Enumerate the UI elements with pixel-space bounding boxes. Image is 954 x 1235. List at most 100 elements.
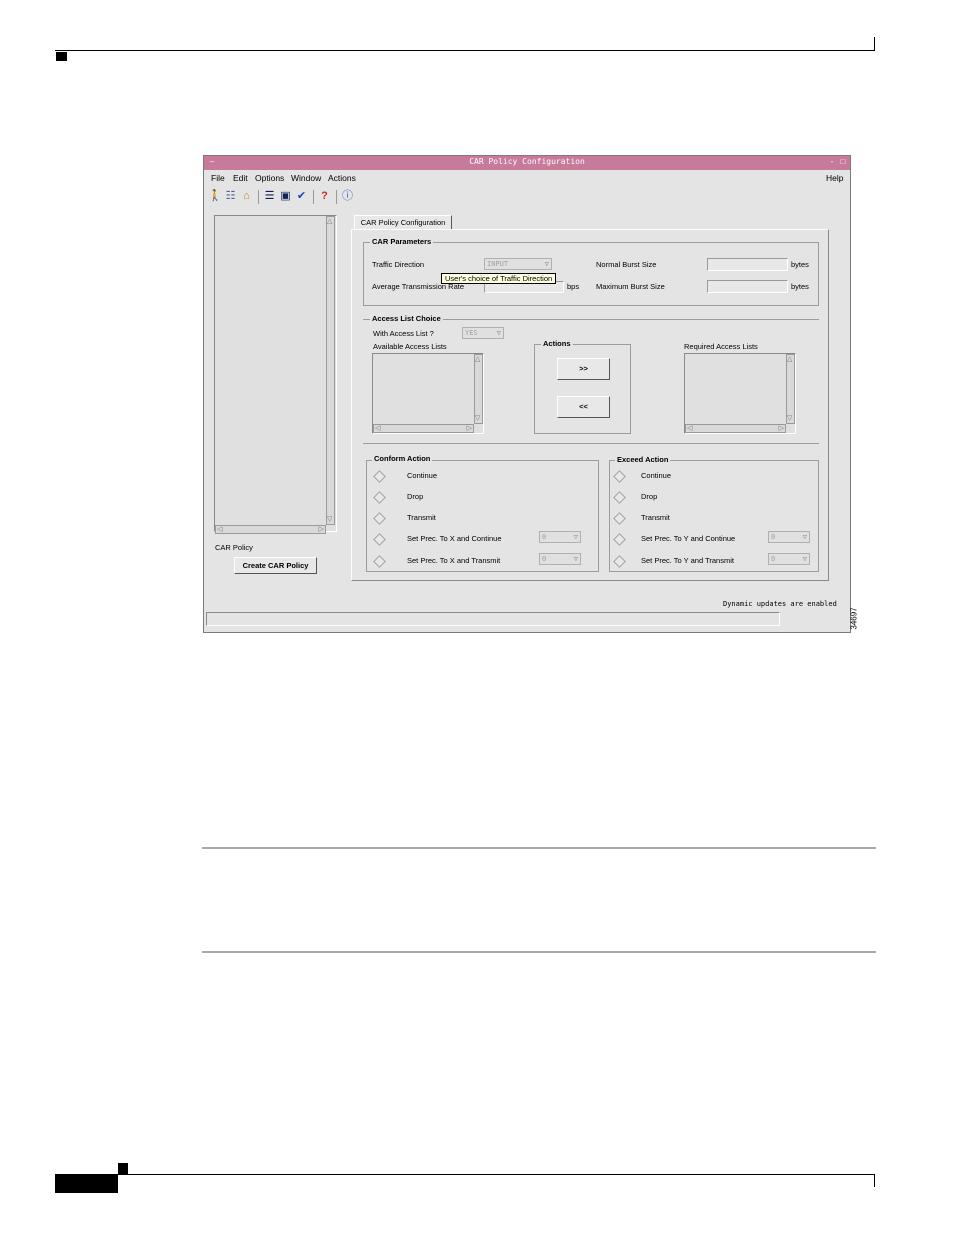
actions-title: Actions	[541, 339, 573, 348]
traffic-direction-select[interactable]: INPUT ▽	[484, 258, 552, 270]
folder-icon[interactable]: ⌂	[240, 190, 253, 203]
traffic-direction-value: INPUT	[487, 260, 509, 268]
available-access-lists[interactable]	[372, 353, 484, 434]
normal-burst-unit: bytes	[791, 260, 809, 269]
remove-access-list-button[interactable]: <<	[557, 396, 610, 418]
normal-burst-input[interactable]	[707, 258, 788, 271]
required-access-lists[interactable]	[684, 353, 796, 434]
exceed-set-continue-select[interactable]: 0 ▽	[768, 531, 810, 543]
conform-continue-label: Continue	[407, 471, 438, 480]
create-car-policy-button[interactable]: Create CAR Policy	[234, 557, 317, 574]
exceed-action-title: Exceed Action	[615, 455, 671, 464]
car-policy-label: CAR Policy	[215, 543, 253, 552]
info-icon[interactable]: ⓘ	[341, 190, 354, 203]
scroll-down-icon[interactable]: ▽	[787, 415, 792, 422]
menu-bar: File Edit Options Window Actions Help	[204, 170, 850, 186]
conform-set-transmit-label: Set Prec. To X and Transmit	[407, 556, 501, 565]
help-icon[interactable]: ?	[318, 190, 331, 203]
status-text: Dynamic updates are enabled	[723, 600, 837, 608]
menu-file[interactable]: File	[211, 173, 225, 183]
exceed-set-transmit-label: Set Prec. To Y and Transmit	[641, 556, 734, 565]
menu-help[interactable]: Help	[826, 173, 843, 183]
menu-edit[interactable]: Edit	[233, 173, 248, 183]
tab-car-policy-configuration[interactable]: CAR Policy Configuration	[354, 215, 452, 230]
car-parameters-group	[363, 242, 819, 306]
scroll-left-icon[interactable]: ◁	[375, 425, 380, 432]
scroll-right-icon[interactable]: ▷	[779, 425, 784, 432]
chevron-down-icon: ▽	[802, 533, 807, 541]
max-burst-unit: bytes	[791, 282, 809, 291]
required-vertical-scrollbar[interactable]: △ ▽	[786, 354, 795, 424]
with-access-list-label: With Access List ?	[373, 329, 434, 338]
scroll-down-icon[interactable]: ▽	[475, 415, 480, 422]
scroll-left-icon[interactable]: ◁	[217, 526, 222, 533]
header-rule	[55, 50, 875, 51]
window-title: CAR Policy Configuration	[469, 157, 585, 166]
tree-vertical-scrollbar[interactable]: △ ▽	[326, 216, 335, 525]
avg-rate-unit: bps	[567, 282, 580, 291]
separator-bottom	[202, 951, 876, 953]
available-vertical-scrollbar[interactable]: △ ▽	[474, 354, 483, 424]
network-icon[interactable]: ☷	[224, 190, 237, 203]
minimize-button[interactable]: -	[828, 158, 836, 166]
with-access-list-value: YES	[465, 329, 478, 337]
tree-horizontal-scrollbar[interactable]: ◁ ▷	[215, 525, 326, 534]
toolbar-separator	[258, 190, 259, 204]
check-icon[interactable]: ✔	[295, 190, 308, 203]
menu-options[interactable]: Options	[255, 173, 284, 183]
conform-drop-label: Drop	[407, 492, 424, 501]
exceed-transmit-label: Transmit	[641, 513, 670, 522]
status-bar	[206, 612, 780, 626]
car-policy-window: – CAR Policy Configuration - □ File Edit…	[203, 155, 851, 633]
max-burst-label: Maximum Burst Size	[596, 282, 665, 291]
figure-id-box: 34697	[850, 606, 864, 634]
car-parameters-title: CAR Parameters	[370, 237, 434, 246]
exceed-set-continue-label: Set Prec. To Y and Continue	[641, 534, 736, 543]
car-policy-tree[interactable]	[214, 215, 337, 532]
normal-burst-label: Normal Burst Size	[596, 260, 657, 269]
toolbar-separator	[336, 190, 337, 204]
exceed-set-transmit-value: 0	[771, 555, 776, 563]
exceed-set-transmit-select[interactable]: 0 ▽	[768, 553, 810, 565]
conform-transmit-label: Transmit	[407, 513, 436, 522]
scroll-down-icon[interactable]: ▽	[327, 516, 332, 523]
maximize-button[interactable]: □	[839, 158, 847, 166]
required-horizontal-scrollbar[interactable]: ◁ ▷	[685, 424, 786, 433]
conform-set-continue-value: 0	[542, 533, 547, 541]
conform-set-transmit-select[interactable]: 0 ▽	[539, 553, 581, 565]
page-number-tab	[55, 1175, 118, 1193]
scroll-left-icon[interactable]: ◁	[687, 425, 692, 432]
chevron-down-icon: ▽	[573, 533, 578, 541]
footer-marker	[118, 1163, 128, 1174]
available-horizontal-scrollbar[interactable]: ◁ ▷	[373, 424, 474, 433]
toolbar: 🚶 ☷ ⌂ ☰ ▣ ✔ ? ⓘ	[204, 187, 850, 207]
separator-top	[202, 847, 876, 849]
chevron-down-icon: ▽	[802, 555, 807, 563]
list-icon[interactable]: ☰	[263, 190, 276, 203]
title-bar[interactable]: – CAR Policy Configuration - □	[204, 156, 850, 170]
max-burst-input[interactable]	[707, 280, 788, 293]
exit-icon[interactable]: 🚶	[208, 190, 222, 203]
scroll-up-icon[interactable]: △	[475, 356, 480, 363]
conform-set-transmit-value: 0	[542, 555, 547, 563]
scroll-right-icon[interactable]: ▷	[467, 425, 472, 432]
menu-actions[interactable]: Actions	[328, 173, 356, 183]
access-list-bottom-rule	[363, 443, 819, 444]
traffic-direction-label: Traffic Direction	[372, 260, 425, 269]
chevron-down-icon: ▽	[573, 555, 578, 563]
footer-rule	[55, 1174, 875, 1175]
scroll-up-icon[interactable]: △	[327, 218, 332, 225]
chevron-down-icon: ▽	[496, 329, 501, 337]
exceed-continue-label: Continue	[641, 471, 672, 480]
conform-action-title: Conform Action	[372, 454, 433, 463]
with-access-list-select[interactable]: YES ▽	[462, 327, 504, 339]
scroll-up-icon[interactable]: △	[787, 356, 792, 363]
scroll-right-icon[interactable]: ▷	[319, 526, 324, 533]
header-tick	[874, 37, 875, 51]
monitor-icon[interactable]: ▣	[279, 190, 292, 203]
menu-window[interactable]: Window	[291, 173, 321, 183]
add-access-list-button[interactable]: >>	[557, 358, 610, 380]
conform-set-continue-select[interactable]: 0 ▽	[539, 531, 581, 543]
access-list-title: Access List Choice	[370, 314, 443, 323]
footer-tick	[874, 1174, 875, 1187]
